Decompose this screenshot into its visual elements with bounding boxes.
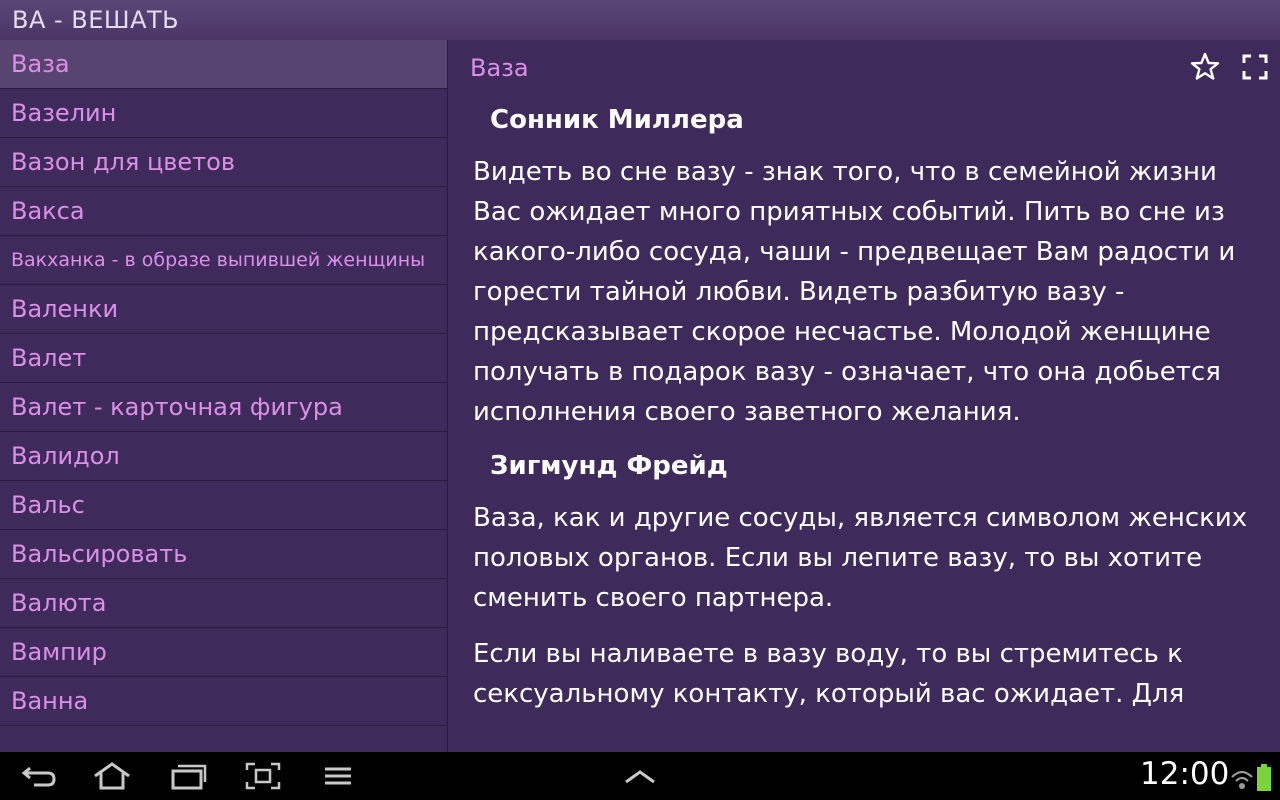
sidebar-item[interactable]: Валенки	[0, 285, 447, 334]
sidebar-item[interactable]: Вальсировать	[0, 530, 447, 579]
fullscreen-button[interactable]	[1240, 52, 1270, 82]
sidebar-item-label: Вазон для цветов	[11, 148, 235, 176]
sidebar-item[interactable]: Валет	[0, 334, 447, 383]
sidebar-item[interactable]: Вакса	[0, 187, 447, 236]
app-title: ВА - ВЕШАТЬ	[12, 6, 180, 34]
sidebar-item-label: Валенки	[11, 295, 119, 323]
system-navigation-bar: 12:00	[0, 752, 1280, 800]
sidebar-item-label: Валет	[11, 344, 87, 372]
content-title: Ваза	[470, 54, 529, 82]
back-icon[interactable]	[20, 760, 58, 792]
battery-icon	[1257, 764, 1271, 791]
sidebar-item[interactable]: Вазелин	[0, 89, 447, 138]
sidebar-item-label: Валет - карточная фигура	[11, 393, 343, 421]
section-heading: Зигмунд Фрейд	[490, 451, 728, 481]
sidebar-list[interactable]: Ваза Вазелин Вазон для цветов Вакса Вакханка…	[0, 40, 447, 752]
sidebar-item-label: Валидол	[11, 442, 120, 470]
sidebar-item[interactable]: Вампир	[0, 628, 447, 677]
sidebar-item[interactable]: Вальс	[0, 481, 447, 530]
section-paragraph: Видеть во сне вазу - знак того, что в се…	[473, 157, 1236, 427]
sidebar-item[interactable]: Вазон для цветов	[0, 138, 447, 187]
sidebar-item-label: Вампир	[11, 638, 107, 666]
sidebar-item-label: Вакса	[11, 197, 85, 225]
clock: 12:00	[1140, 756, 1230, 792]
section-paragraph: Ваза, как и другие сосуды, является симв…	[473, 503, 1248, 613]
sidebar-item[interactable]: Валидол	[0, 432, 447, 481]
chevron-up-icon[interactable]	[622, 760, 658, 792]
sidebar-item-label: Валюта	[11, 589, 107, 617]
sidebar-item[interactable]: Ваза	[0, 40, 447, 89]
title-bar: ВА - ВЕШАТЬ	[0, 0, 1280, 40]
screenshot-icon[interactable]	[244, 760, 282, 792]
sidebar-item-label: Вакханка - в образе выпившей женщины	[11, 249, 426, 271]
article-body: Сонник Миллера Видеть во сне вазу - знак …	[473, 102, 1263, 730]
sidebar-item[interactable]: Валет - карточная фигура	[0, 383, 447, 432]
fullscreen-icon	[1242, 54, 1268, 80]
star-outline-icon	[1190, 52, 1220, 80]
section-paragraph: Если вы наливаете в вазу воду, то вы стр…	[473, 639, 1185, 709]
wifi-icon	[1231, 770, 1253, 789]
app-window: ВА - ВЕШАТЬ Ваза Вазелин Вазон для цветов В…	[0, 0, 1280, 752]
sidebar-item-label: Вазелин	[11, 99, 117, 127]
menu-icon[interactable]	[322, 760, 354, 792]
sidebar-item-label: Вальс	[11, 491, 85, 519]
content-pane: Ваза Сонник Миллера Видеть во сне вазу - …	[448, 40, 1280, 752]
sidebar-item[interactable]: Вакханка - в образе выпившей женщины	[0, 236, 447, 285]
home-icon[interactable]	[92, 760, 132, 792]
sidebar-item[interactable]: Валюта	[0, 579, 447, 628]
sidebar-item-label: Ванна	[11, 687, 89, 715]
section-heading: Сонник Миллера	[490, 105, 744, 135]
favorite-button[interactable]	[1190, 52, 1220, 82]
recent-apps-icon[interactable]	[168, 760, 208, 792]
sidebar-item-label: Вальсировать	[11, 540, 188, 568]
sidebar-item-label: Ваза	[11, 50, 70, 78]
sidebar-item[interactable]: Ванна	[0, 677, 447, 726]
